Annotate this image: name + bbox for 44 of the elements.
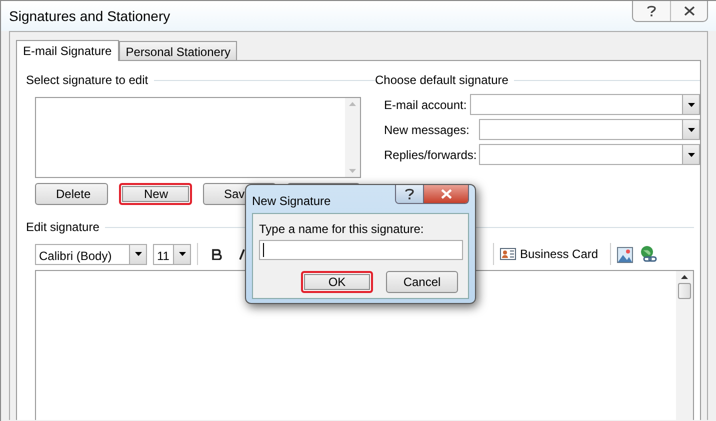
scroll-down-icon (349, 169, 356, 173)
dropdown-arrow-icon (688, 102, 694, 106)
scrollbar-thumb[interactable] (678, 283, 691, 299)
insert-hyperlink-button[interactable] (639, 244, 658, 264)
field-label: E-mail account: (384, 96, 468, 114)
close-button[interactable] (424, 185, 468, 203)
field-label: Replies/forwards: (384, 146, 478, 164)
dropdown-field[interactable] (470, 94, 700, 115)
dropdown-field[interactable] (479, 119, 700, 140)
dropdown-arrow-icon (178, 252, 186, 256)
name-input-field[interactable] (259, 240, 463, 260)
italic-icon (238, 249, 246, 260)
dropdown-arrow-icon (688, 152, 694, 156)
field-label: New messages: (384, 122, 470, 138)
dropdown-field[interactable]: Calibri (Body) (35, 244, 147, 264)
business-card-button[interactable]: Business Card (500, 245, 598, 263)
dropdown-arrow-icon (688, 128, 694, 132)
action-button[interactable]: New (119, 183, 192, 205)
window-title: Signatures and Stationery (9, 6, 170, 26)
dropdown-field[interactable] (479, 144, 700, 165)
dropdown-arrow-icon (134, 252, 142, 256)
close-icon (440, 189, 452, 199)
group-label: Edit signature (26, 219, 100, 236)
signature-list[interactable] (35, 97, 361, 178)
prompt-label: Type a name for this signature: (259, 221, 425, 238)
action-button[interactable]: Delete (35, 183, 108, 205)
tab[interactable]: Personal Stationery (118, 41, 238, 60)
picture-icon (617, 246, 634, 263)
dropdown-field[interactable]: 11 (153, 244, 191, 264)
contact-card-icon (500, 248, 516, 260)
help-icon (647, 5, 656, 17)
group-label: Choose default signature (375, 72, 508, 89)
insert-picture-button[interactable] (617, 245, 634, 263)
close-icon (684, 6, 694, 16)
bold-icon (212, 249, 222, 260)
scroll-up-icon (349, 102, 356, 106)
dialog-button[interactable]: Cancel (386, 271, 458, 293)
globe-link-icon (639, 245, 658, 264)
tab[interactable]: E-mail Signature (16, 40, 119, 61)
dialog-button[interactable]: OK (301, 271, 373, 293)
scroll-up-icon (681, 275, 688, 279)
help-button[interactable] (396, 185, 424, 203)
help-icon (405, 188, 414, 200)
group-label: Select signature to edit (26, 72, 148, 89)
